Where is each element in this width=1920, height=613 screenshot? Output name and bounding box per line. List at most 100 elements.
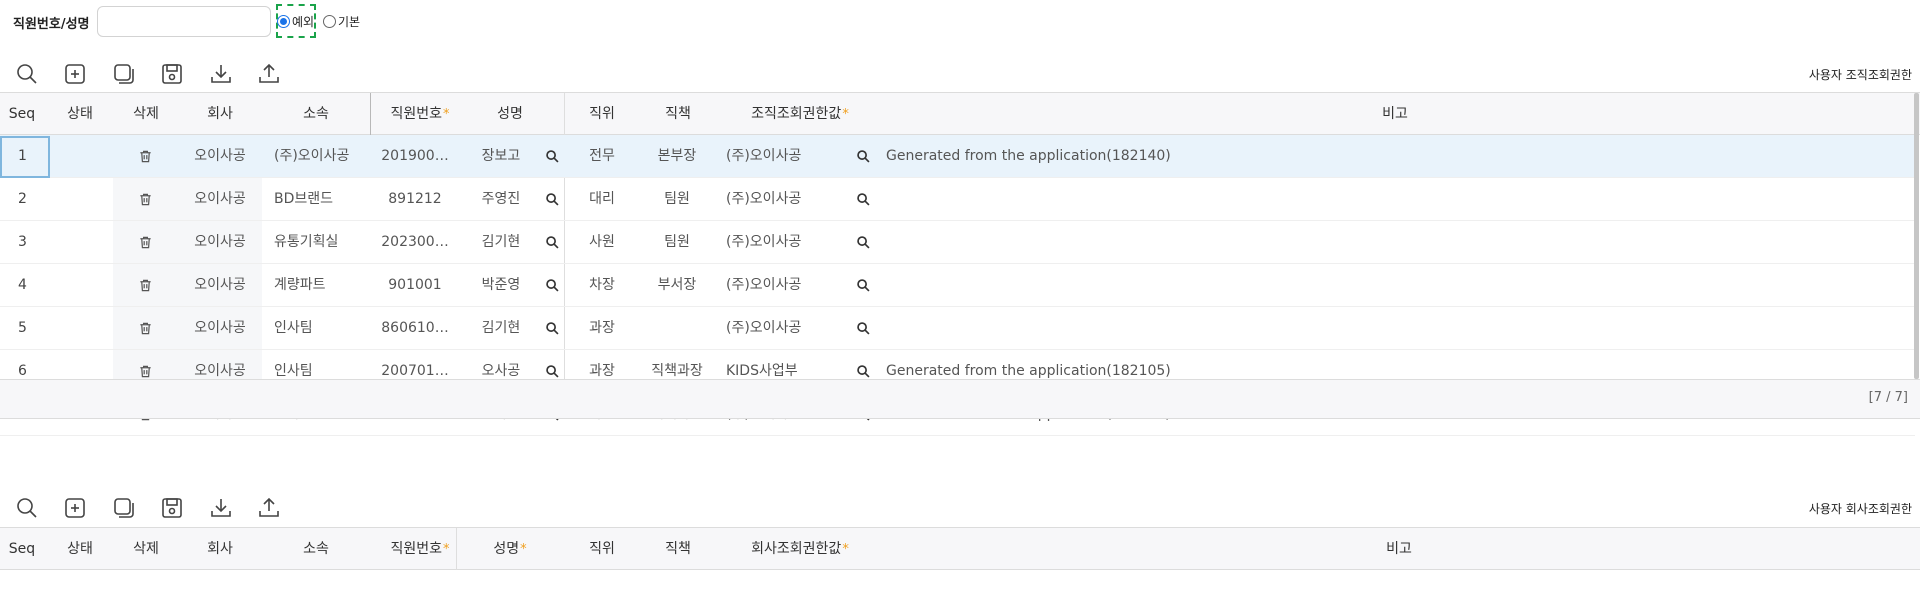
cell-emp-no[interactable]: 891212 [372, 178, 458, 221]
search-input[interactable] [97, 6, 271, 37]
cell-position[interactable]: 사원 [578, 221, 626, 264]
cell-note[interactable] [886, 264, 1786, 307]
cell-seq: 4 [18, 277, 27, 293]
cell-org-value[interactable]: (주)오이사공 [726, 221, 836, 264]
grid1-footer: [7 / 7] [0, 379, 1920, 419]
add-icon[interactable] [61, 494, 89, 522]
cell-position[interactable]: 차장 [578, 264, 626, 307]
cell-dept[interactable]: 계량파트 [274, 264, 366, 307]
grid2-title: 사용자 회사조회권한 [1808, 502, 1912, 516]
cell-dept[interactable]: BD브랜드 [274, 178, 366, 221]
cell-company[interactable]: 오이사공 [180, 221, 260, 264]
radio-exception[interactable] [277, 15, 290, 28]
cell-company[interactable]: 오이사공 [180, 264, 260, 307]
table-row[interactable]: 4 오이사공 계량파트 901001 박준영 차장 부서장 (주)오이사공 [0, 264, 1915, 307]
lookup-icon[interactable] [542, 264, 562, 307]
cell-org-value[interactable]: (주)오이사공 [726, 307, 836, 350]
col-seq: Seq [8, 106, 36, 122]
cell-duty[interactable]: 팀원 [646, 178, 708, 221]
delete-icon[interactable] [130, 307, 160, 350]
cell-status[interactable] [56, 221, 104, 264]
cell-status[interactable] [56, 307, 104, 350]
radio-exception-label[interactable]: 예외 [292, 13, 314, 30]
cell-position[interactable]: 대리 [578, 178, 626, 221]
col-name-label: 성명 [493, 541, 520, 557]
cell-name[interactable]: 김기현 [470, 307, 532, 350]
table-row[interactable]: 1 오이사공 (주)오이사공 201900… 장보고 전무 본부장 (주)오이사공 Genera… [0, 135, 1915, 178]
cell-org-value[interactable]: (주)오이사공 [726, 178, 836, 221]
cell-duty[interactable]: 팀원 [646, 221, 708, 264]
radio-default-label[interactable]: 기본 [338, 13, 360, 30]
col-dept: 소속 [303, 106, 329, 122]
delete-icon[interactable] [130, 221, 160, 264]
cell-emp-no[interactable]: 860610… [372, 307, 458, 350]
delete-icon[interactable] [130, 264, 160, 307]
save-icon[interactable] [158, 60, 186, 88]
lookup-icon[interactable] [542, 221, 562, 264]
upload-icon[interactable] [255, 494, 283, 522]
col-company: 회사 [207, 106, 233, 122]
cell-dept[interactable]: 유통기획실 [274, 221, 366, 264]
download-icon[interactable] [207, 60, 235, 88]
col-seq: Seq [8, 541, 36, 557]
cell-duty[interactable]: 본부장 [646, 135, 708, 178]
save-icon[interactable] [158, 494, 186, 522]
lookup-icon[interactable] [853, 307, 873, 350]
cell-position[interactable]: 전무 [578, 135, 626, 178]
cell-name[interactable]: 주영진 [470, 178, 532, 221]
cell-company[interactable]: 오이사공 [180, 178, 260, 221]
cell-note[interactable] [886, 221, 1786, 264]
copy-icon[interactable] [110, 60, 138, 88]
delete-icon[interactable] [130, 135, 160, 178]
search-bar: 직원번호/성명 예외 기본 [0, 0, 1920, 42]
cell-company[interactable]: 오이사공 [180, 135, 260, 178]
lookup-icon[interactable] [542, 307, 562, 350]
lookup-icon[interactable] [853, 178, 873, 221]
lookup-icon[interactable] [853, 135, 873, 178]
cell-note[interactable] [886, 178, 1786, 221]
lookup-icon[interactable] [853, 264, 873, 307]
lookup-icon[interactable] [542, 135, 562, 178]
cell-status[interactable] [56, 264, 104, 307]
cell-duty[interactable]: 부서장 [646, 264, 708, 307]
cell-status[interactable] [56, 135, 104, 178]
cell-org-value[interactable]: (주)오이사공 [726, 135, 836, 178]
col-status: 상태 [67, 106, 93, 122]
cell-note[interactable]: Generated from the application(182140) [886, 135, 1786, 178]
col-emp-no: 직원번호* [374, 528, 466, 570]
lookup-icon[interactable] [542, 178, 562, 221]
cell-seq: 2 [18, 191, 27, 207]
lookup-icon[interactable] [853, 221, 873, 264]
download-icon[interactable] [207, 494, 235, 522]
cell-name[interactable]: 김기현 [470, 221, 532, 264]
cell-dept[interactable]: 인사팀 [274, 307, 366, 350]
cell-company[interactable]: 오이사공 [180, 307, 260, 350]
cell-duty[interactable] [646, 307, 708, 350]
cell-name[interactable]: 장보고 [470, 135, 532, 178]
cell-status[interactable] [56, 178, 104, 221]
col-note: 비고 [1386, 541, 1412, 557]
radio-default[interactable] [323, 15, 336, 28]
cell-emp-no[interactable]: 202300… [372, 221, 458, 264]
org-permission-grid: Seq 상태 삭제 회사 소속 직원번호* 성명 직위 직책 조직조회권한값* … [0, 92, 1920, 436]
table-row[interactable]: 3 오이사공 유통기획실 202300… 김기현 사원 팀원 (주)오이사공 [0, 221, 1915, 264]
cell-emp-no[interactable]: 201900… [372, 135, 458, 178]
table-row[interactable]: 2 오이사공 BD브랜드 891212 주영진 대리 팀원 (주)오이사공 [0, 178, 1915, 221]
grid1-scrollbar[interactable] [1914, 93, 1919, 379]
add-icon[interactable] [61, 60, 89, 88]
cell-dept[interactable]: (주)오이사공 [274, 135, 366, 178]
cell-position[interactable]: 과장 [578, 307, 626, 350]
table-row[interactable]: 5 오이사공 인사팀 860610… 김기현 과장 (주)오이사공 [0, 307, 1915, 350]
search-icon[interactable] [13, 494, 41, 522]
cell-note[interactable] [886, 307, 1786, 350]
required-mark: * [842, 107, 849, 122]
col-dept: 소속 [303, 541, 329, 557]
delete-icon[interactable] [130, 178, 160, 221]
search-icon[interactable] [13, 60, 41, 88]
cell-name[interactable]: 박준영 [470, 264, 532, 307]
cell-org-value[interactable]: (주)오이사공 [726, 264, 836, 307]
upload-icon[interactable] [255, 60, 283, 88]
col-name: 성명 [497, 106, 523, 122]
copy-icon[interactable] [110, 494, 138, 522]
cell-emp-no[interactable]: 901001 [372, 264, 458, 307]
